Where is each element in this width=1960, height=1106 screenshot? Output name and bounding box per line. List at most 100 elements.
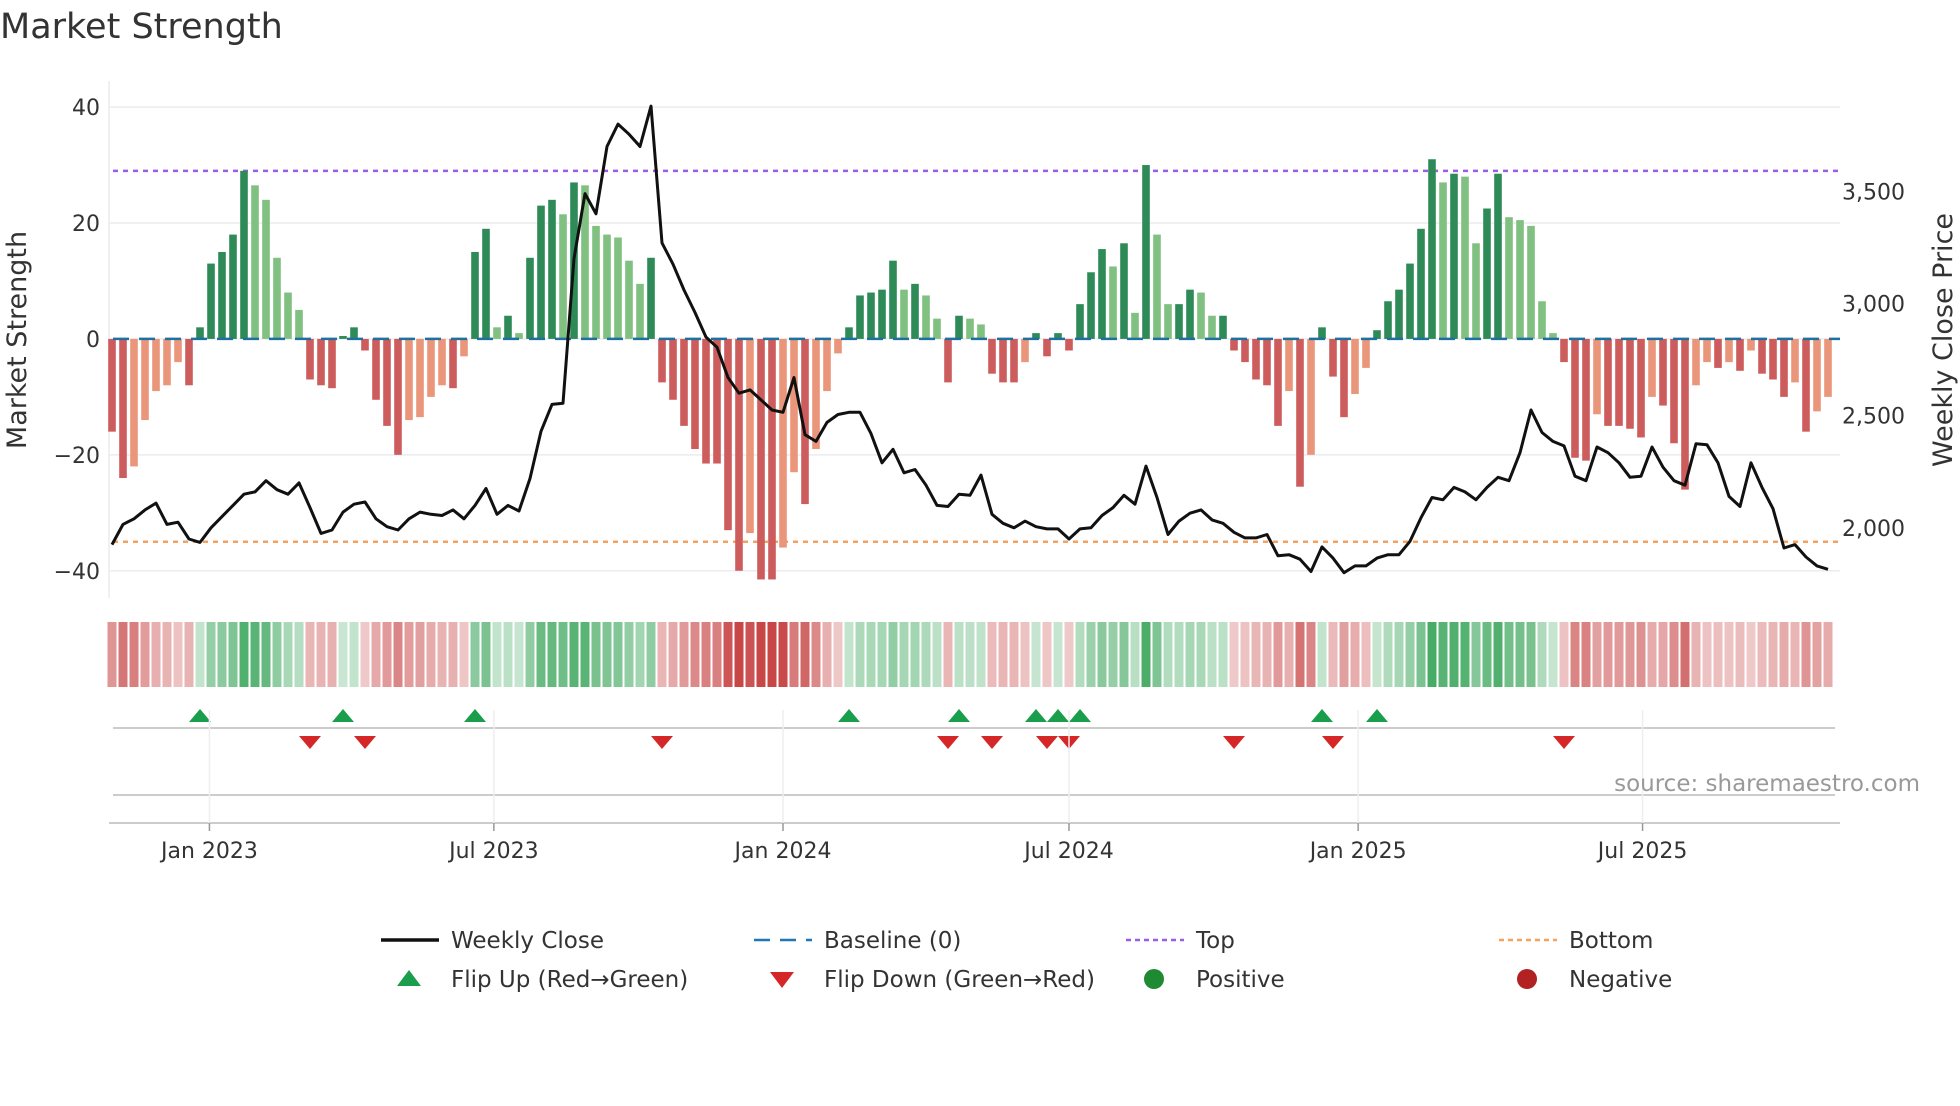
legend-label: Positive — [1196, 967, 1285, 993]
strip-cell — [1064, 622, 1074, 687]
strength-bar — [1329, 338, 1337, 377]
strip-cell — [151, 622, 161, 687]
strip-cell — [184, 622, 194, 687]
strip-cell — [1229, 622, 1239, 687]
strength-bar — [185, 338, 193, 386]
strip-cell — [1823, 622, 1833, 687]
strength-bar — [196, 327, 204, 339]
strength-bar — [812, 338, 820, 450]
strip-cell — [811, 622, 821, 687]
strength-bar — [856, 295, 864, 339]
strength-bar — [1483, 208, 1491, 339]
strip-cell — [569, 622, 579, 687]
strip-cell — [1273, 622, 1283, 687]
strength-bar — [1780, 338, 1788, 397]
flip-up-marker — [464, 709, 486, 722]
strip-cell — [481, 622, 491, 687]
strip-cell — [404, 622, 414, 687]
strip-cell — [800, 622, 810, 687]
strip-cell — [778, 622, 788, 687]
strip-cell — [239, 622, 249, 687]
strip-cell — [1097, 622, 1107, 687]
strip-cell — [1735, 622, 1745, 687]
strength-bar — [1373, 330, 1381, 339]
strength-bar — [867, 292, 875, 339]
strip-cell — [646, 622, 656, 687]
strip-cell — [1119, 622, 1129, 687]
strength-bar — [1769, 338, 1777, 380]
flip-up-marker — [838, 709, 860, 722]
strength-bar — [1274, 338, 1282, 426]
strip-cell — [1130, 622, 1140, 687]
legend-item-bottom: Bottom — [1499, 928, 1653, 954]
strip-cell — [888, 622, 898, 687]
strength-bar — [1252, 338, 1260, 380]
flip-down-marker — [981, 736, 1003, 749]
strength-bar — [1417, 228, 1425, 339]
strength-bar — [911, 283, 919, 339]
legend-label: Flip Up (Red→Green) — [451, 967, 688, 993]
x-tick-label: Jul 2024 — [1022, 839, 1114, 864]
strength-bar — [130, 338, 138, 467]
strength-bar — [1670, 338, 1678, 444]
strip-cell — [1383, 622, 1393, 687]
flip-up-marker — [1025, 709, 1047, 722]
strip-cell — [195, 622, 205, 687]
strip-cell — [1460, 622, 1470, 687]
strength-heat-strip — [107, 622, 1833, 687]
strength-bar — [1175, 304, 1183, 339]
strip-cell — [261, 622, 271, 687]
date-axis: Jan 2023 Jul 2023 Jan 2024 Jul 2024 Jan 2025… — [159, 710, 1687, 864]
strength-bar — [1120, 243, 1128, 339]
legend-label: Negative — [1569, 967, 1672, 993]
strip-cell — [767, 622, 777, 687]
strength-bar — [1109, 266, 1117, 339]
strip-cell — [1592, 622, 1602, 687]
strip-cell — [1548, 622, 1558, 687]
strength-bar — [372, 338, 380, 400]
strip-cell — [1537, 622, 1547, 687]
strength-bar — [1615, 338, 1623, 426]
legend-item-positive: Positive — [1144, 967, 1285, 993]
strip-cell — [217, 622, 227, 687]
strip-cell — [932, 622, 942, 687]
strength-bar — [427, 338, 435, 397]
strip-cell — [866, 622, 876, 687]
strip-cell — [1251, 622, 1261, 687]
strength-bar — [537, 205, 545, 339]
strip-cell — [316, 622, 326, 687]
strip-cell — [1284, 622, 1294, 687]
legend-item-negative: Negative — [1517, 967, 1672, 993]
y2-tick-label: 3,500 — [1842, 180, 1905, 205]
strip-cell — [1042, 622, 1052, 687]
strength-bar — [1351, 338, 1359, 394]
strength-bar — [1197, 292, 1205, 339]
strength-bar — [339, 336, 347, 339]
strength-bar — [900, 289, 908, 339]
strength-bar — [999, 338, 1007, 383]
strip-cell — [1031, 622, 1041, 687]
x-tick-label: Jul 2023 — [447, 839, 539, 864]
strip-cell — [1603, 622, 1613, 687]
legend-circle-icon — [1144, 969, 1164, 989]
strength-bar — [1307, 338, 1315, 455]
strip-cell — [272, 622, 282, 687]
strength-bar — [218, 251, 226, 339]
strip-cell — [162, 622, 172, 687]
strength-bar — [119, 338, 127, 479]
flip-down-marker — [299, 736, 321, 749]
strip-cell — [580, 622, 590, 687]
strip-cell — [668, 622, 678, 687]
strip-cell — [855, 622, 865, 687]
strip-cell — [745, 622, 755, 687]
strength-bar — [504, 315, 512, 339]
strength-bar — [1439, 182, 1447, 339]
strip-cell — [921, 622, 931, 687]
strength-bar — [1582, 338, 1590, 461]
strength-bar — [438, 338, 446, 386]
flip-down-marker — [651, 736, 673, 749]
y-tick-label: 40 — [72, 96, 100, 121]
strength-bar — [394, 338, 402, 455]
strength-bar — [1703, 338, 1711, 363]
strip-cell — [613, 622, 623, 687]
